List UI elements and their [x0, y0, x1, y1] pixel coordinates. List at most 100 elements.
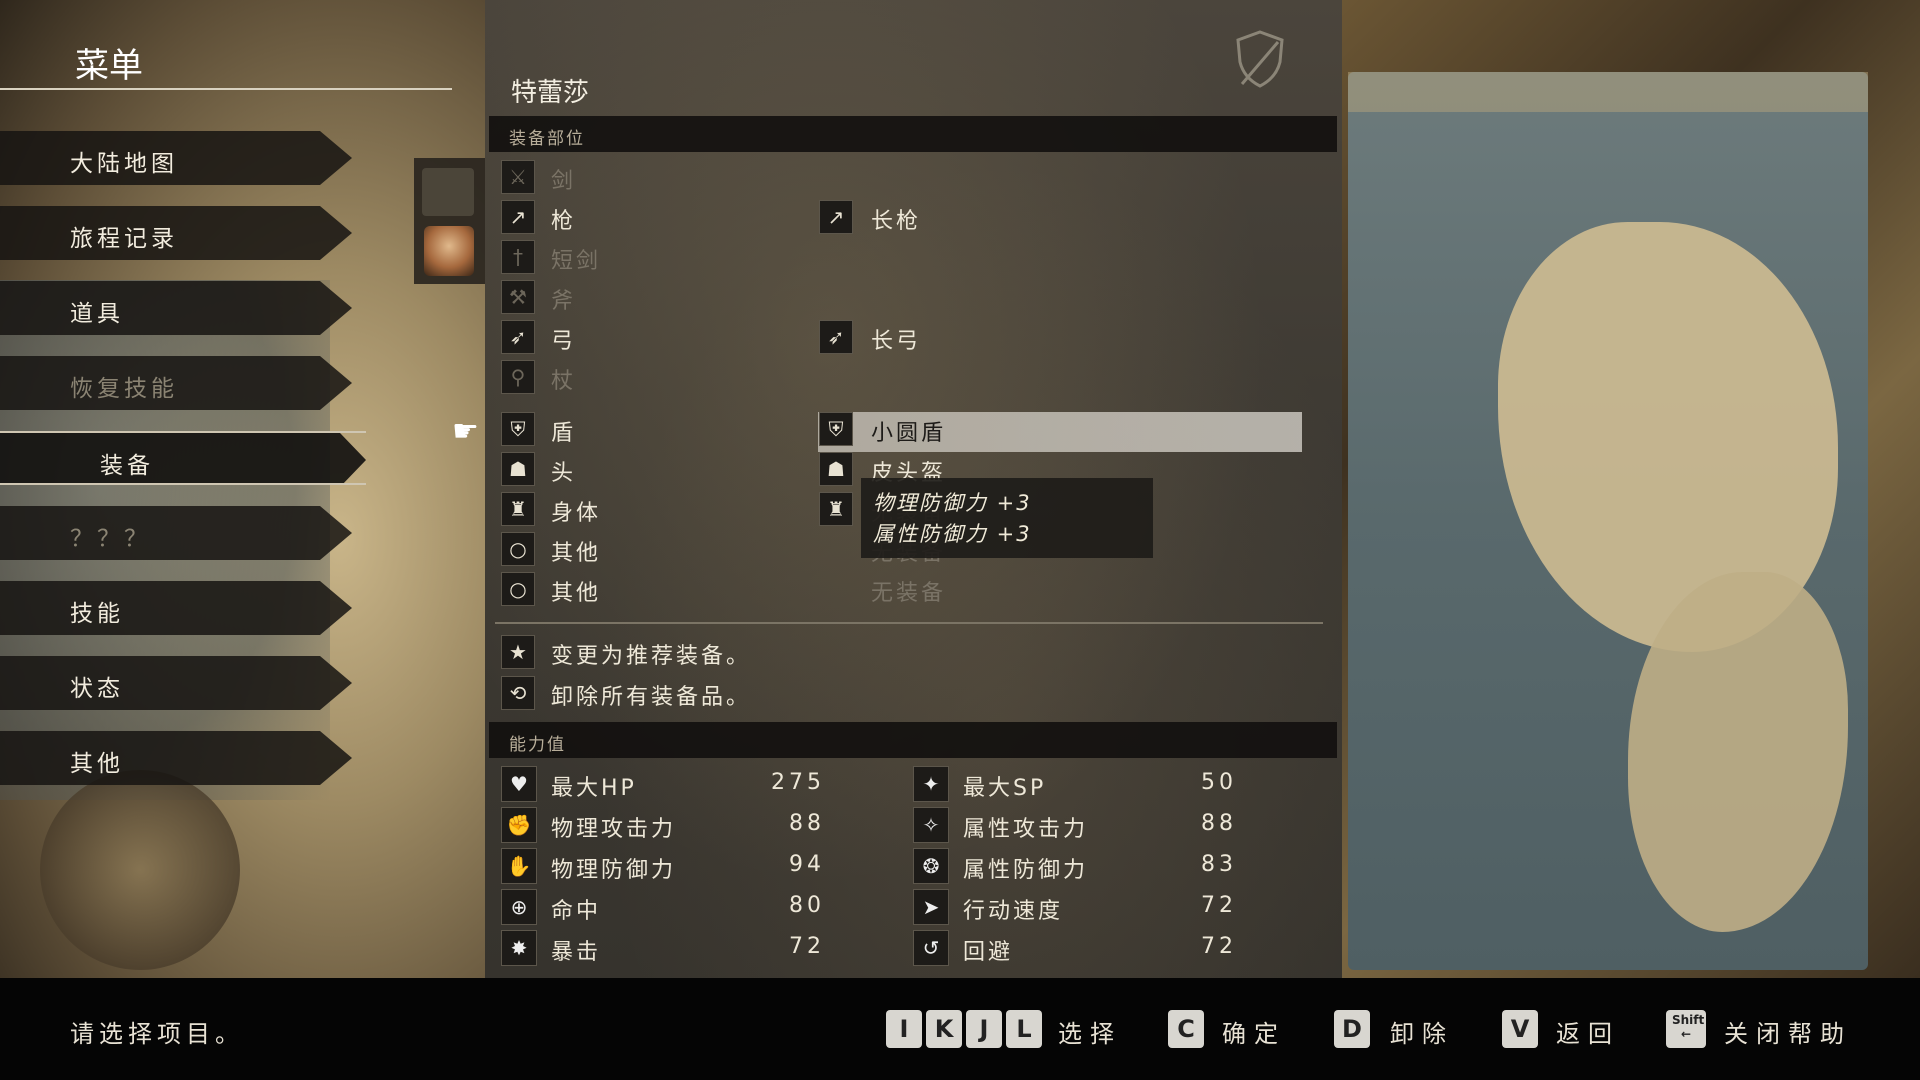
recommended-equipment-action[interactable]: 变更为推荐装备。 — [551, 638, 751, 670]
menu-item-journal[interactable]: 旅程记录 — [0, 206, 352, 260]
equipped-item-name[interactable]: 长枪 — [871, 203, 921, 235]
stat-label: 最大HP — [551, 776, 637, 801]
equipped-item-name[interactable]: 长弓 — [871, 323, 921, 355]
menu-item-label: 旅程记录 — [70, 226, 178, 252]
key-l: L — [1006, 1010, 1042, 1048]
stat-value: 50 — [1201, 770, 1237, 795]
pointer-hand-icon: ☛ — [452, 414, 479, 449]
hint-back: 返回 — [1556, 1020, 1620, 1048]
phys-attack-icon: ✊ — [501, 807, 537, 843]
menu-item-recovery-skills[interactable]: 恢复技能 — [0, 356, 352, 410]
equipped-item-name[interactable]: 无装备 — [871, 575, 946, 607]
character-name: 特蕾莎 — [511, 78, 590, 108]
world-map-preview — [1348, 72, 1868, 970]
stat-label: 回避 — [963, 940, 1014, 965]
helmet-icon: ☗ — [819, 452, 853, 486]
armor-icon: ♜ — [819, 492, 853, 526]
dagger-icon: † — [501, 240, 535, 274]
stat-label: 最大SP — [963, 776, 1047, 801]
spear-icon: ↗ — [819, 200, 853, 234]
key-i: I — [886, 1010, 922, 1048]
unequip-icon: ⟲ — [501, 676, 535, 710]
tooltip-line: 物理防御力 +3 — [873, 491, 1032, 515]
key-shift: Shift ← — [1666, 1010, 1706, 1048]
accessory-icon: ○ — [501, 572, 535, 606]
phys-defense-icon: ✋ — [501, 848, 537, 884]
key-v: V — [1502, 1010, 1538, 1048]
stat-value: 88 — [1201, 811, 1237, 836]
hint-select: 选择 — [1058, 1020, 1122, 1048]
stats-section-header: 能力值 — [489, 722, 1337, 758]
sword-icon: ⚔ — [501, 160, 535, 194]
axe-icon: ⚒ — [501, 280, 535, 314]
shield-icon: ⛨ — [819, 412, 853, 446]
equipment-slot-label: 杖 — [551, 369, 577, 394]
help-prompt: 请选择项目。 — [70, 1020, 244, 1048]
bow-icon: ➶ — [819, 320, 853, 354]
equipment-slot-label[interactable]: 盾 — [551, 415, 576, 447]
equipment-slot-label: 剑 — [551, 169, 577, 194]
accessory-icon: ○ — [501, 532, 535, 566]
party-portrait-column — [414, 158, 486, 284]
staff-icon: ⚲ — [501, 360, 535, 394]
menu-item-label: 恢复技能 — [70, 376, 178, 402]
menu-item-other[interactable]: 其他 — [0, 731, 352, 785]
hint-close-help: 关闭帮助 — [1724, 1020, 1852, 1048]
item-tooltip: 物理防御力 +3 属性防御力 +3 — [861, 478, 1153, 558]
stat-label: 物理攻击力 — [551, 817, 677, 842]
party-member-slot-inactive[interactable] — [422, 168, 474, 216]
equipment-slot-label: 斧 — [551, 289, 577, 314]
menu-item-items[interactable]: 道具 — [0, 281, 352, 335]
hint-unequip: 卸除 — [1390, 1020, 1454, 1048]
stat-value: 72 — [1201, 934, 1237, 959]
stat-label: 暴击 — [551, 940, 602, 965]
stat-value: 80 — [789, 893, 825, 918]
equipped-item-name[interactable]: 小圆盾 — [871, 415, 946, 447]
stat-value: 94 — [789, 852, 825, 877]
menu-item-unknown[interactable]: ？？？ — [0, 506, 352, 560]
bow-icon: ➶ — [501, 320, 535, 354]
menu-item-equipment[interactable]: 装备 — [0, 431, 366, 485]
equipment-section-header: 装备部位 — [489, 116, 1337, 152]
help-bar: 请选择项目。 I K J L 选择 C 确定 D 卸除 V 返回 Shift ← … — [0, 978, 1920, 1080]
equipment-slot-label[interactable]: 枪 — [551, 203, 576, 235]
stat-value: 88 — [789, 811, 825, 836]
stat-label: 物理防御力 — [551, 858, 677, 883]
key-c: C — [1168, 1010, 1204, 1048]
equipment-slot-label[interactable]: 身体 — [551, 495, 601, 527]
menu-item-label: 状态 — [70, 676, 124, 702]
key-d: D — [1334, 1010, 1370, 1048]
equipment-slot-label[interactable]: 弓 — [551, 323, 576, 355]
menu-item-continent-map[interactable]: 大陆地图 — [0, 131, 352, 185]
spear-icon: ↗ — [501, 200, 535, 234]
menu-item-skills[interactable]: 技能 — [0, 581, 352, 635]
elem-defense-icon: ❂ — [913, 848, 949, 884]
tooltip-line: 属性防御力 +3 — [873, 522, 1032, 546]
menu-title: 菜单 — [75, 46, 143, 86]
stat-label: 属性攻击力 — [963, 817, 1089, 842]
menu-item-label: ？？？ — [70, 526, 151, 552]
shield-emblem-icon — [1236, 30, 1284, 88]
menu-item-status[interactable]: 状态 — [0, 656, 352, 710]
key-j: J — [966, 1010, 1002, 1048]
map-land-south — [1628, 572, 1848, 932]
star-icon: ★ — [501, 635, 535, 669]
stat-value: 275 — [771, 770, 825, 795]
stat-label: 属性防御力 — [963, 858, 1089, 883]
equipment-panel: 特蕾莎 装备部位 ⚔ 剑 ↗ 枪 ↗ 长枪 † 短剑 ⚒ 斧 ➶ 弓 ➶ 长弓 ⚲ 杖 ⛨ 盾 ⛨ 小圆盾 ☗ 头 ☗ 皮头盔… — [485, 0, 1342, 978]
menu-item-label: 其他 — [70, 751, 124, 777]
stat-value: 83 — [1201, 852, 1237, 877]
unequip-all-action[interactable]: 卸除所有装备品。 — [551, 679, 751, 711]
heart-icon: ♥ — [501, 766, 537, 802]
equipment-slot-label[interactable]: 头 — [551, 455, 576, 487]
character-portrait[interactable] — [424, 226, 474, 276]
menu-item-label: 大陆地图 — [70, 151, 178, 177]
key-k: K — [926, 1010, 962, 1048]
menu-item-label: 装备 — [100, 453, 154, 479]
hint-confirm: 确定 — [1222, 1020, 1286, 1048]
equipment-slot-label[interactable]: 其他 — [551, 535, 601, 567]
crest-decoration — [40, 770, 240, 970]
helmet-icon: ☗ — [501, 452, 535, 486]
equipment-slot-label[interactable]: 其他 — [551, 575, 601, 607]
map-land-top — [1348, 72, 1868, 112]
